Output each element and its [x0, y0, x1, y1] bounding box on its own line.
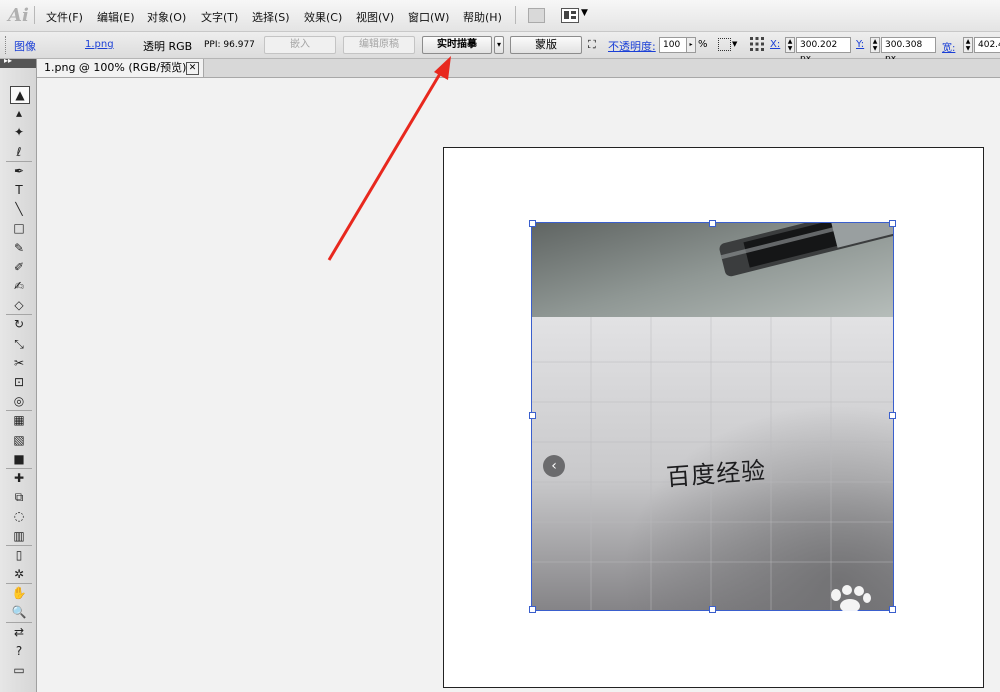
hand-tool-icon[interactable]: ✋ [10, 585, 28, 601]
tool-divider [6, 621, 32, 623]
resize-handle-right[interactable] [889, 412, 896, 419]
watermark-url: jingyan.baidu.com [768, 653, 924, 671]
blob-brush-tool-icon[interactable]: ✍ [10, 278, 28, 294]
object-type-link[interactable]: 图像 [14, 38, 36, 54]
line-segment-tool-icon[interactable]: ╲ [10, 201, 28, 217]
menu-file[interactable]: 文件(F) [46, 9, 83, 25]
watermark-cn: 经验 [873, 616, 928, 646]
grip-handle[interactable] [5, 36, 8, 54]
tools-panel: ▸▸ ▲ ▴ ✦ ℓ ✒ T ╲ □ ✎ ✐ ✍ ◇ ↻ ⤡ ✂ ⊡ ◎ ▦ ▧ ■ ✚ ⧉ ◌ ▥ ▯ ✲ ✋ 🔍 ⇄? ▭ [0, 56, 37, 692]
mask-button[interactable]: 蒙版 [510, 36, 582, 54]
collapse-icon[interactable]: ▸▸ [4, 56, 12, 65]
resize-handle-top-left[interactable] [529, 220, 536, 227]
workspace-layout-icon[interactable] [561, 8, 579, 23]
width-label[interactable]: 宽: [942, 39, 955, 54]
divider [34, 6, 35, 24]
selection-bounding-box [531, 222, 894, 611]
pencil-tool-icon[interactable]: ✐ [10, 259, 28, 275]
eyedropper-tool-icon[interactable]: ✚ [10, 470, 28, 486]
tool-divider [6, 314, 32, 316]
menu-object[interactable]: 对象(O) [147, 9, 186, 25]
tool-divider [6, 544, 32, 546]
document-tab[interactable]: 1.png @ 100% (RGB/预览) ✕ [36, 59, 204, 77]
direct-selection-tool-icon[interactable]: ▴ [10, 105, 28, 121]
menu-type[interactable]: 文字(T) [201, 9, 238, 25]
close-icon[interactable]: ✕ [186, 62, 199, 75]
selection-tool-icon[interactable]: ▲ [10, 86, 30, 104]
magic-wand-tool-icon[interactable]: ✦ [10, 124, 28, 140]
symbol-sprayer-tool-icon[interactable]: ◎ [10, 393, 28, 409]
menu-bar: Ai 文件(F) 编辑(E) 对象(O) 文字(T) 选择(S) 效果(C) 视… [0, 0, 1000, 32]
width-stepper[interactable]: ▲ ▼ [963, 37, 973, 53]
menu-select[interactable]: 选择(S) [252, 9, 290, 25]
watermark-brand-du: du [827, 613, 870, 646]
pen-tool-icon[interactable]: ✒ [10, 163, 28, 179]
menu-effect[interactable]: 效果(C) [304, 9, 342, 25]
tool-divider [6, 468, 32, 469]
resize-handle-top-right[interactable] [889, 220, 896, 227]
rectangle-tool-icon[interactable]: □ [10, 220, 28, 236]
chevron-down-icon[interactable]: ▼ [732, 40, 737, 48]
resize-handle-top[interactable] [709, 220, 716, 227]
crop-icon[interactable]: ⛶ [588, 38, 596, 52]
warp-tool-icon[interactable]: ✂ [10, 355, 28, 371]
opacity-arrow[interactable]: ▸ [686, 37, 696, 53]
paintbrush-tool-icon[interactable]: ✎ [10, 240, 28, 256]
lasso-tool-icon[interactable]: ℓ [10, 144, 28, 160]
transform-icon[interactable] [718, 38, 731, 51]
resize-handle-bottom-left[interactable] [529, 606, 536, 613]
control-bar: 图像 1.png 透明 RGB PPI: 96.977 嵌入 编辑原稿 实时描摹… [0, 32, 1000, 64]
app-logo: Ai [8, 5, 29, 26]
x-stepper[interactable]: ▲ ▼ [785, 37, 795, 53]
live-trace-dropdown[interactable]: ▾ [494, 36, 504, 54]
tool-divider [6, 583, 32, 585]
color-mode-text: 透明 RGB [143, 40, 193, 53]
scale-tool-icon[interactable]: ⤡ [10, 336, 28, 352]
graph-tool-icon[interactable]: ▦ [10, 412, 28, 428]
watermark-brand: Bai [760, 607, 828, 648]
y-label[interactable]: Y: [856, 39, 864, 50]
artboard-tool-icon[interactable]: ▯ [10, 547, 28, 563]
swap-colors-tool-icon[interactable]: ⇄ [10, 624, 28, 640]
opacity-unit: % [698, 39, 708, 50]
x-field[interactable]: 300.202 px [796, 37, 851, 64]
x-label[interactable]: X: [770, 39, 780, 50]
ppi-text: PPI: 96.977 [204, 40, 255, 50]
free-transform-tool-icon[interactable]: ⊡ [10, 374, 28, 390]
fill-stroke-tool-icon[interactable]: ? [10, 643, 28, 659]
opacity-label[interactable]: 不透明度: [608, 38, 656, 54]
document-tab-title: 1.png @ 100% (RGB/预览) [44, 61, 187, 74]
annotation-arrow [327, 56, 451, 261]
column-graph-tool-icon[interactable]: ▥ [10, 528, 28, 544]
reference-point-icon[interactable] [750, 37, 764, 51]
file-name-link[interactable]: 1.png [85, 39, 114, 50]
menu-window[interactable]: 窗口(W) [408, 9, 449, 25]
bridge-icon[interactable] [528, 8, 545, 23]
tools-panel-header[interactable]: ▸▸ [0, 56, 36, 68]
zoom-tool-icon[interactable]: 🔍 [10, 604, 28, 620]
document-tab-bar: 1.png @ 100% (RGB/预览) ✕ [36, 59, 1000, 78]
slice-tool-icon[interactable]: ✲ [10, 566, 28, 582]
blend-tool-icon[interactable]: ⧉ [10, 489, 28, 505]
resize-handle-left[interactable] [529, 412, 536, 419]
rotate-tool-icon[interactable]: ↻ [10, 316, 28, 332]
resize-handle-bottom[interactable] [709, 606, 716, 613]
y-field[interactable]: 300.308 px [881, 37, 936, 64]
eraser-tool-icon[interactable]: ◇ [10, 297, 28, 313]
menu-view[interactable]: 视图(V) [356, 9, 394, 25]
y-stepper[interactable]: ▲ ▼ [870, 37, 880, 53]
live-paint-tool-icon[interactable]: ◌ [10, 508, 28, 524]
mesh-tool-icon[interactable]: ▧ [10, 432, 28, 448]
width-field[interactable]: 402.4 [974, 37, 1000, 53]
divider [515, 6, 516, 24]
menu-edit[interactable]: 编辑(E) [97, 9, 135, 25]
tool-divider [6, 410, 32, 412]
tool-divider [6, 160, 32, 162]
drawing-mode-tool-icon[interactable]: ▭ [10, 662, 28, 678]
gradient-tool-icon[interactable]: ■ [10, 451, 28, 467]
chevron-down-icon[interactable]: ▼ [581, 8, 588, 18]
type-tool-icon[interactable]: T [10, 182, 28, 198]
menu-help[interactable]: 帮助(H) [463, 9, 502, 25]
